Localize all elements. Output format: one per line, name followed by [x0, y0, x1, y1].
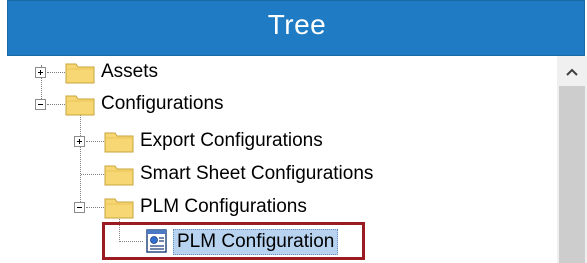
tree-node-plm-configuration[interactable]: PLM Configuration [173, 229, 339, 255]
tree-connector [47, 104, 65, 106]
tree-node-plm-configurations[interactable]: PLM Configurations [140, 195, 307, 219]
expand-assets-icon[interactable] [35, 67, 46, 78]
collapse-plm-configurations-icon[interactable] [74, 202, 85, 213]
tree-node-assets[interactable]: Assets [101, 60, 158, 84]
folder-icon [65, 63, 95, 84]
vertical-scrollbar[interactable] [557, 56, 587, 263]
panel-title: Tree [267, 9, 327, 40]
tree-node-smart-sheet-configurations[interactable]: Smart Sheet Configurations [140, 162, 373, 186]
collapse-configurations-icon[interactable] [35, 99, 46, 110]
tree-connector [81, 174, 104, 176]
folder-icon [104, 165, 134, 186]
plm-document-icon [146, 229, 167, 253]
title-bar: Tree [7, 0, 585, 56]
tree-node-configurations[interactable]: Configurations [101, 92, 224, 116]
tree-view[interactable]: Assets Configurations Export Configurati… [7, 56, 557, 263]
scroll-up-button[interactable] [557, 58, 587, 86]
folder-icon [104, 198, 134, 219]
folder-icon [104, 132, 134, 153]
tree-panel: Tree Assets Configurations Export Config… [7, 0, 587, 263]
tree-connector [80, 114, 82, 206]
tree-node-export-configurations[interactable]: Export Configurations [140, 129, 323, 153]
scrollbar-thumb[interactable] [559, 86, 585, 263]
tree-connector [120, 241, 143, 243]
chevron-up-icon [566, 68, 578, 76]
tree-connector [86, 141, 104, 143]
tree-connector [86, 207, 104, 209]
tree-connector [47, 72, 65, 74]
expand-export-configurations-icon[interactable] [74, 136, 85, 147]
folder-icon [65, 95, 95, 116]
